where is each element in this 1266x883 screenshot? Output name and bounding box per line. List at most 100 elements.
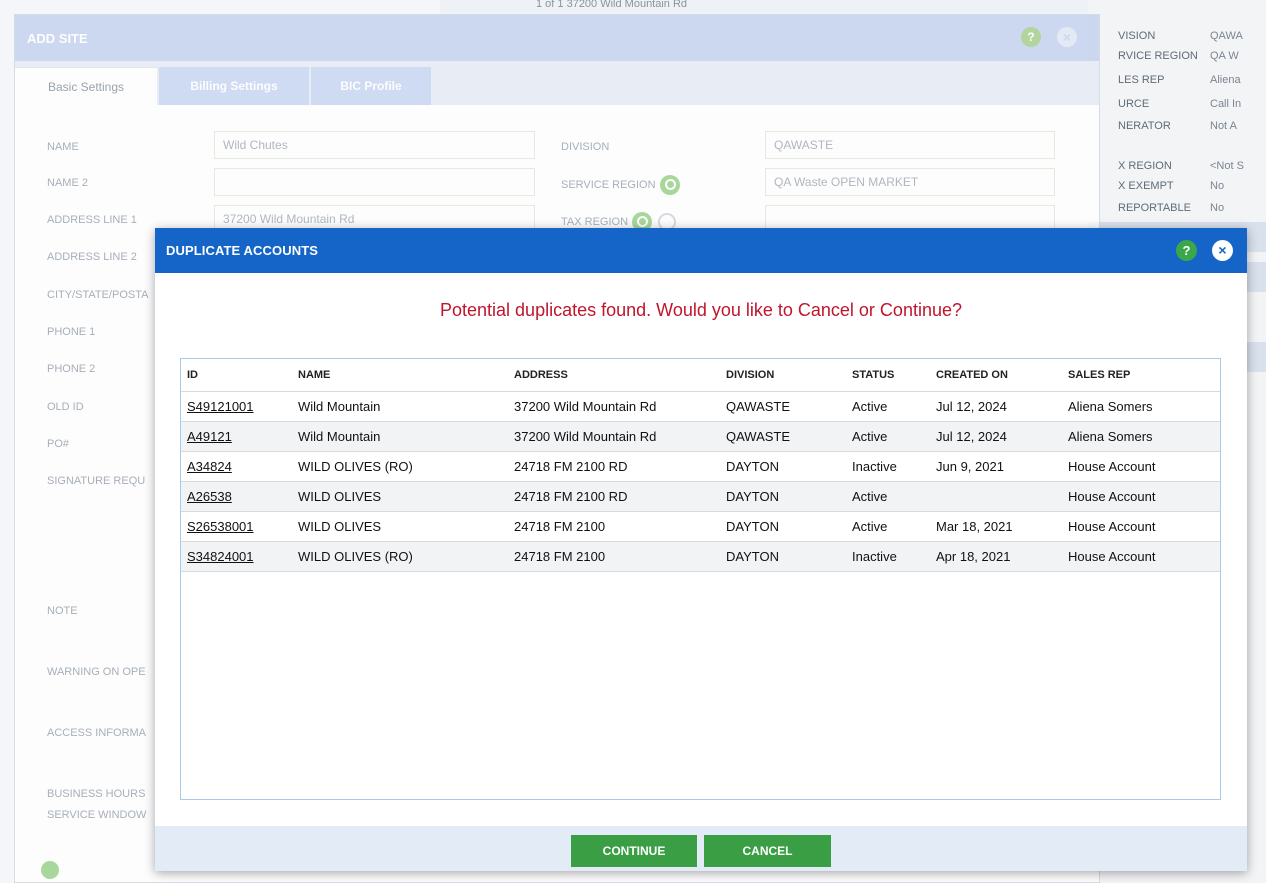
add-site-tabs: Basic Settings Billing Settings BIC Prof… bbox=[15, 61, 1099, 105]
column-header-status[interactable]: STATUS bbox=[852, 359, 936, 391]
account-created-on: Jul 12, 2024 bbox=[936, 390, 1068, 421]
table-row[interactable]: S26538001 WILD OLIVES 24718 FM 2100 DAYT… bbox=[181, 510, 1220, 541]
account-id-link[interactable]: S26538001 bbox=[187, 519, 254, 534]
account-id-link[interactable]: S34824001 bbox=[187, 549, 254, 564]
account-created-on: Apr 18, 2021 bbox=[936, 540, 1068, 572]
table-row[interactable]: S34824001 WILD OLIVES (RO) 24718 FM 2100… bbox=[181, 540, 1220, 572]
help-icon[interactable]: ? bbox=[1176, 240, 1197, 261]
account-name: WILD OLIVES (RO) bbox=[298, 450, 514, 481]
continue-button[interactable]: CONTINUE bbox=[571, 835, 697, 867]
label-access: ACCESS INFORMA bbox=[47, 727, 147, 739]
table-header-row: ID NAME ADDRESS DIVISION STATUS CREATED … bbox=[181, 359, 1220, 391]
account-name: WILD OLIVES bbox=[298, 480, 514, 511]
label-service-region: SERVICE REGION bbox=[561, 175, 680, 195]
bg-row-5: X REGION <Not S bbox=[1118, 160, 1244, 172]
background-record-nav: 1 of 1 37200 Wild Mountain Rd bbox=[440, 0, 1088, 14]
account-address: 24718 FM 2100 RD bbox=[514, 450, 726, 481]
table-row[interactable]: S49121001 Wild Mountain 37200 Wild Mount… bbox=[181, 390, 1220, 421]
duplicates-table-container: ID NAME ADDRESS DIVISION STATUS CREATED … bbox=[180, 358, 1221, 800]
add-site-title: ADD SITE bbox=[27, 30, 88, 46]
label-name: NAME bbox=[47, 141, 79, 153]
close-icon[interactable]: × bbox=[1212, 240, 1233, 261]
column-header-address[interactable]: ADDRESS bbox=[514, 359, 726, 391]
account-division: DAYTON bbox=[726, 510, 852, 541]
bg-row-6: X EXEMPT No bbox=[1118, 180, 1225, 192]
account-created-on: Jul 12, 2024 bbox=[936, 420, 1068, 451]
account-address: 24718 FM 2100 bbox=[514, 540, 726, 572]
account-address: 37200 Wild Mountain Rd bbox=[514, 390, 726, 421]
tab-bic-profile[interactable]: BIC Profile bbox=[311, 67, 431, 105]
account-status: Active bbox=[852, 510, 936, 541]
account-created-on: Jun 9, 2021 bbox=[936, 450, 1068, 481]
account-created-on bbox=[936, 480, 1068, 511]
account-status: Inactive bbox=[852, 450, 936, 481]
account-sales-rep: House Account bbox=[1068, 540, 1220, 572]
account-status: Active bbox=[852, 480, 936, 511]
account-sales-rep: Aliena Somers bbox=[1068, 390, 1220, 421]
search-icon[interactable] bbox=[659, 175, 680, 195]
label-division: DIVISION bbox=[561, 141, 610, 153]
account-sales-rep: Aliena Somers bbox=[1068, 420, 1220, 451]
account-division: DAYTON bbox=[726, 450, 852, 481]
account-id-link[interactable]: A26538 bbox=[187, 489, 232, 504]
account-address: 24718 FM 2100 bbox=[514, 510, 726, 541]
column-header-name[interactable]: NAME bbox=[298, 359, 514, 391]
duplicate-warning-message: Potential duplicates found. Would you li… bbox=[440, 300, 962, 320]
account-id-link[interactable]: A49121 bbox=[187, 429, 232, 444]
account-status: Inactive bbox=[852, 540, 936, 572]
account-status: Active bbox=[852, 390, 936, 421]
account-sales-rep: House Account bbox=[1068, 480, 1220, 511]
bg-row-3: URCE Call In bbox=[1118, 98, 1242, 110]
background-record-text: 1 of 1 37200 Wild Mountain Rd bbox=[536, 0, 688, 10]
add-site-titlebar: ADD SITE bbox=[15, 15, 1099, 61]
account-created-on: Mar 18, 2021 bbox=[936, 510, 1068, 541]
account-division: QAWASTE bbox=[726, 390, 852, 421]
account-name: WILD OLIVES (RO) bbox=[298, 540, 514, 572]
column-header-id[interactable]: ID bbox=[181, 359, 298, 391]
name-input[interactable]: Wild Chutes bbox=[214, 131, 535, 159]
name-2-input[interactable] bbox=[214, 168, 535, 196]
bg-row-2: LES REP Aliena bbox=[1118, 74, 1241, 86]
account-division: DAYTON bbox=[726, 480, 852, 511]
account-sales-rep: House Account bbox=[1068, 450, 1220, 481]
label-warning: WARNING ON OPE bbox=[47, 666, 146, 678]
table-row[interactable]: A26538 WILD OLIVES 24718 FM 2100 RD DAYT… bbox=[181, 480, 1220, 511]
tab-basic-settings[interactable]: Basic Settings bbox=[15, 67, 157, 105]
dialog-title: DUPLICATE ACCOUNTS bbox=[166, 243, 319, 258]
add-site-help-icon[interactable]: ? bbox=[1021, 27, 1041, 47]
dialog-footer: CONTINUE CANCEL bbox=[155, 826, 1247, 871]
account-division: QAWASTE bbox=[726, 420, 852, 451]
account-address: 37200 Wild Mountain Rd bbox=[514, 420, 726, 451]
label-service-window: SERVICE WINDOW bbox=[47, 809, 147, 821]
label-po: PO# bbox=[47, 438, 70, 450]
account-status: Active bbox=[852, 420, 936, 451]
account-id-link[interactable]: A34824 bbox=[187, 459, 232, 474]
settings-icon[interactable] bbox=[41, 861, 59, 879]
label-phone-2: PHONE 2 bbox=[47, 363, 96, 375]
bg-row-4: NERATOR Not A bbox=[1118, 120, 1237, 132]
label-signature: SIGNATURE REQU bbox=[47, 475, 146, 487]
label-business-hours: BUSINESS HOURS bbox=[47, 788, 146, 800]
label-old-id: OLD ID bbox=[47, 401, 84, 413]
duplicates-table: ID NAME ADDRESS DIVISION STATUS CREATED … bbox=[181, 359, 1220, 572]
bg-row-7: REPORTABLE No bbox=[1118, 202, 1225, 214]
account-name: Wild Mountain bbox=[298, 420, 514, 451]
division-input[interactable]: QAWASTE bbox=[765, 131, 1055, 159]
duplicate-accounts-dialog: DUPLICATE ACCOUNTS ? × Potential duplica… bbox=[155, 228, 1247, 871]
bg-row-1: RVICE REGION QA W bbox=[1118, 50, 1239, 62]
label-address-2: ADDRESS LINE 2 bbox=[47, 251, 137, 263]
cancel-button[interactable]: CANCEL bbox=[704, 835, 831, 867]
column-header-sales-rep[interactable]: SALES REP bbox=[1068, 359, 1220, 391]
label-city-state: CITY/STATE/POSTA bbox=[47, 289, 149, 301]
account-division: DAYTON bbox=[726, 540, 852, 572]
service-region-select[interactable]: QA Waste OPEN MARKET bbox=[765, 168, 1055, 196]
label-note: NOTE bbox=[47, 605, 78, 617]
column-header-division[interactable]: DIVISION bbox=[726, 359, 852, 391]
tab-billing-settings[interactable]: Billing Settings bbox=[159, 67, 309, 105]
table-row[interactable]: A49121 Wild Mountain 37200 Wild Mountain… bbox=[181, 420, 1220, 451]
account-sales-rep: House Account bbox=[1068, 510, 1220, 541]
column-header-created-on[interactable]: CREATED ON bbox=[936, 359, 1068, 391]
table-row[interactable]: A34824 WILD OLIVES (RO) 24718 FM 2100 RD… bbox=[181, 450, 1220, 481]
account-id-link[interactable]: S49121001 bbox=[187, 399, 254, 414]
add-site-close-icon[interactable]: × bbox=[1057, 27, 1077, 47]
